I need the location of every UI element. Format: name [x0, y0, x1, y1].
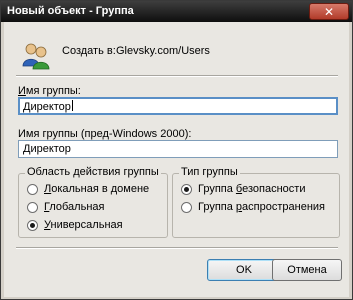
- group-scope-title: Область действия группы: [25, 166, 161, 178]
- radio-label: Локальная в домене: [44, 183, 150, 195]
- title-bar[interactable]: Новый объект - Группа ✕: [1, 1, 352, 22]
- close-icon: ✕: [323, 5, 335, 19]
- scope-universal-radio[interactable]: Универсальная: [27, 219, 123, 231]
- radio-button[interactable]: [27, 201, 38, 213]
- users-group-icon: [22, 43, 50, 70]
- window-title: Новый объект - Группа: [7, 5, 134, 17]
- bottom-separator: [16, 247, 338, 249]
- radio-button[interactable]: [181, 201, 192, 213]
- cancel-button[interactable]: Отмена: [272, 259, 342, 281]
- radio-button[interactable]: [27, 183, 38, 195]
- group-name-input[interactable]: Директор: [18, 97, 338, 115]
- group-name-label: Имя группы:: [18, 85, 81, 97]
- radio-label: Группа безопасности: [198, 183, 306, 195]
- created-in-path: Glevsky.com/Users: [116, 45, 210, 57]
- group-scope-box: Область действия группы Локальная в доме…: [18, 166, 168, 238]
- group-type-box: Тип группы Группа безопасности Группа ра…: [172, 166, 340, 238]
- scope-domain-local-radio[interactable]: Локальная в домене: [27, 183, 149, 195]
- ok-button[interactable]: OK: [207, 259, 281, 281]
- created-in-label: Создать в:: [62, 45, 116, 57]
- radio-label: Группа распространения: [198, 201, 325, 213]
- close-button[interactable]: ✕: [309, 3, 349, 20]
- type-security-radio[interactable]: Группа безопасности: [181, 183, 305, 195]
- type-distribution-radio[interactable]: Группа распространения: [181, 201, 325, 213]
- dialog-window: Новый объект - Группа ✕ Создать в: Glevs…: [0, 0, 353, 300]
- radio-button-selected[interactable]: [27, 219, 38, 231]
- separator: [16, 75, 338, 77]
- group-name-pre2000-input[interactable]: Директор: [18, 140, 338, 158]
- scope-global-radio[interactable]: Глобальная: [27, 201, 104, 213]
- group-type-title: Тип группы: [179, 166, 240, 178]
- group-name-pre2000-label: Имя группы (пред-Windows 2000):: [18, 128, 192, 140]
- radio-label: Глобальная: [44, 201, 105, 213]
- radio-button-selected[interactable]: [181, 183, 192, 195]
- radio-label: Универсальная: [44, 219, 123, 231]
- dialog-body: Создать в: Glevsky.com/Users Имя группы:…: [4, 22, 349, 297]
